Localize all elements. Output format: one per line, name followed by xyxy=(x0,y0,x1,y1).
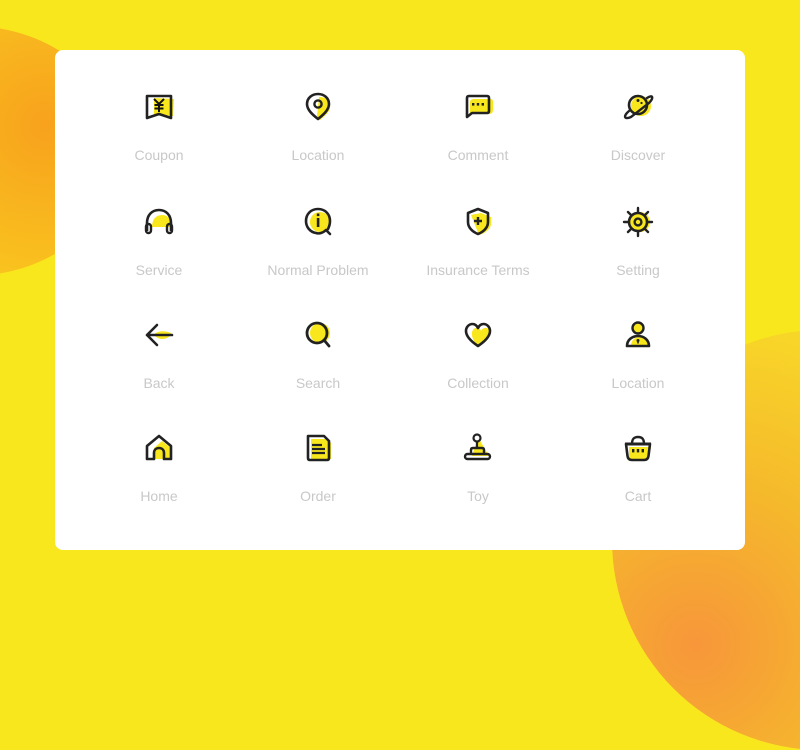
icon-label: Discover xyxy=(610,147,666,163)
icon-item-insurance-terms[interactable]: Insurance Terms xyxy=(398,205,558,278)
icon-item-normal-problem[interactable]: Normal Problem xyxy=(238,205,398,278)
icon-label: Normal Problem xyxy=(267,262,369,278)
icon-item-order[interactable]: Order xyxy=(238,431,398,504)
headphones-icon xyxy=(144,208,174,235)
joystick-icon xyxy=(463,433,492,461)
icon-item-setting[interactable]: Setting xyxy=(558,205,718,278)
gear-icon xyxy=(622,206,654,238)
icon-label: Coupon xyxy=(134,147,184,163)
icon-label: Location xyxy=(291,147,345,163)
icon-item-location[interactable]: Location xyxy=(238,90,398,163)
document-icon xyxy=(306,434,331,462)
arrow-left-icon xyxy=(145,323,174,347)
icon-item-back[interactable]: Back xyxy=(79,318,239,391)
icon-label: Home xyxy=(140,488,178,504)
icon-item-service[interactable]: Service xyxy=(79,205,239,278)
heart-icon xyxy=(464,322,492,348)
planet-icon xyxy=(623,94,654,120)
icon-item-coupon[interactable]: Coupon xyxy=(79,90,239,163)
icon-item-discover[interactable]: Discover xyxy=(558,90,718,163)
icon-item-search[interactable]: Search xyxy=(238,318,398,391)
icon-label: Order xyxy=(300,488,336,504)
icon-label: Toy xyxy=(467,488,489,504)
icon-label: Setting xyxy=(616,262,660,278)
icon-item-location-user[interactable]: Location xyxy=(558,318,718,391)
user-icon xyxy=(625,321,651,348)
home-icon xyxy=(145,434,173,461)
icon-item-collection[interactable]: Collection xyxy=(398,318,558,391)
icon-item-cart[interactable]: Cart xyxy=(558,431,718,504)
icon-item-toy[interactable]: Toy xyxy=(398,431,558,504)
search-icon xyxy=(305,321,331,348)
icon-card: Coupon Location Comment Discover Service… xyxy=(55,50,745,550)
icon-label: Back xyxy=(143,375,175,391)
icon-label: Search xyxy=(295,375,341,391)
coupon-icon xyxy=(145,94,174,120)
icon-item-home[interactable]: Home xyxy=(79,431,239,504)
info-bubble-icon xyxy=(304,207,332,236)
icon-label: Location xyxy=(611,375,665,391)
icon-label: Collection xyxy=(447,375,509,391)
location-pin-icon xyxy=(305,92,331,121)
icon-label: Insurance Terms xyxy=(426,262,530,278)
comment-icon xyxy=(465,94,493,119)
basket-icon xyxy=(624,435,652,462)
icon-label: Cart xyxy=(624,488,652,504)
icon-label: Comment xyxy=(447,147,509,163)
icon-label: Service xyxy=(135,262,183,278)
icon-item-comment[interactable]: Comment xyxy=(398,90,558,163)
shield-plus-icon xyxy=(466,207,491,236)
